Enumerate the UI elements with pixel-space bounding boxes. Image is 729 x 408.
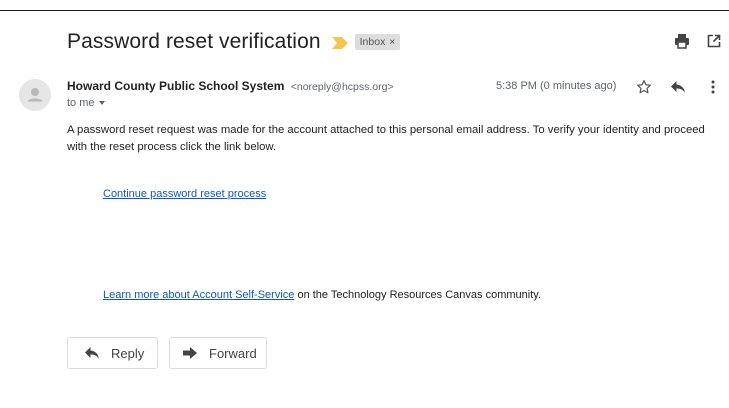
forward-button[interactable]: Forward [169, 337, 267, 369]
email-body-text: A password reset request was made for th… [67, 124, 705, 153]
subject-row: Password reset verification Inbox × [67, 28, 401, 56]
forward-icon [183, 347, 197, 359]
open-in-new-window-icon[interactable] [703, 30, 725, 52]
forward-button-label: Forward [209, 345, 257, 361]
sender-avatar[interactable] [19, 79, 51, 111]
reply-icon[interactable] [667, 77, 689, 97]
more-vertical-icon[interactable] [705, 77, 721, 97]
learn-more-suffix: on the Technology Resources Canvas commu… [294, 289, 541, 301]
person-avatar-icon [27, 88, 43, 102]
recipient-label: to me [67, 97, 95, 109]
inbox-label-text: Inbox [359, 36, 386, 48]
learn-more-link[interactable]: Learn more about Account Self-Service [103, 289, 294, 301]
reply-icon [85, 347, 99, 359]
remove-label-icon[interactable]: × [389, 37, 395, 48]
reply-button-label: Reply [111, 345, 145, 361]
learn-more-line: Learn more about Account Self-Service on… [103, 289, 541, 301]
inbox-label-chip[interactable]: Inbox × [354, 34, 401, 50]
print-icon[interactable] [671, 30, 693, 52]
importance-marker-icon[interactable] [331, 36, 348, 49]
chevron-down-icon [98, 101, 105, 105]
sender-email: <noreply@hcpss.org> [290, 81, 394, 93]
sender-line: Howard County Public School System <nore… [67, 79, 394, 93]
recipient-details-toggle[interactable]: to me [67, 97, 105, 109]
sender-name[interactable]: Howard County Public School System [67, 79, 284, 93]
continue-reset-link[interactable]: Continue password reset process [103, 188, 266, 200]
email-subject: Password reset verification [67, 30, 321, 53]
email-timestamp: 5:38 PM (0 minutes ago) [496, 80, 617, 92]
top-divider [0, 10, 729, 11]
reply-button[interactable]: Reply [67, 337, 158, 369]
star-icon[interactable] [634, 77, 654, 97]
